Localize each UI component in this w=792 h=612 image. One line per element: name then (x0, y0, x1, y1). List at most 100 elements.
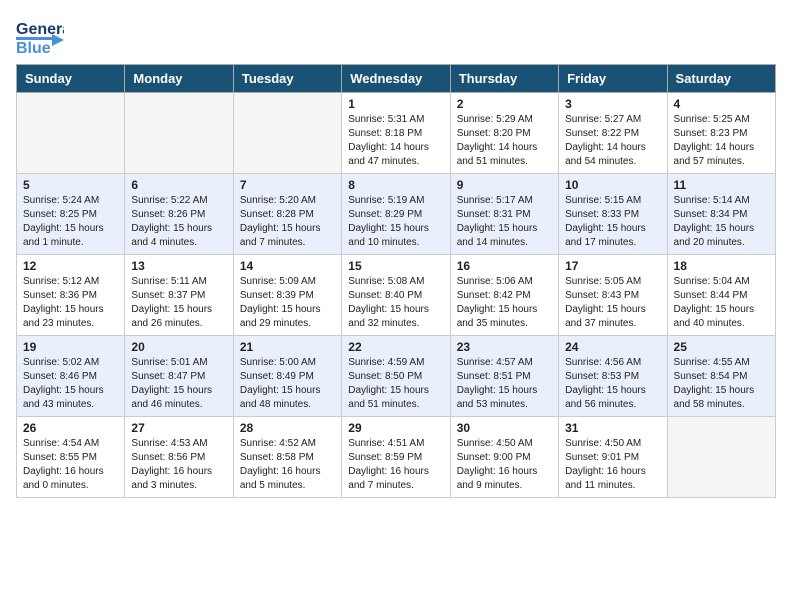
day-info: Sunrise: 5:24 AM Sunset: 8:25 PM Dayligh… (23, 194, 118, 250)
day-number: 23 (457, 340, 552, 354)
calendar-cell: 18Sunrise: 5:04 AM Sunset: 8:44 PM Dayli… (667, 255, 775, 336)
day-number: 20 (131, 340, 226, 354)
day-number: 10 (565, 178, 660, 192)
calendar-cell: 31Sunrise: 4:50 AM Sunset: 9:01 PM Dayli… (559, 417, 667, 498)
day-info: Sunrise: 5:22 AM Sunset: 8:26 PM Dayligh… (131, 194, 226, 250)
day-info: Sunrise: 5:27 AM Sunset: 8:22 PM Dayligh… (565, 113, 660, 169)
day-info: Sunrise: 5:31 AM Sunset: 8:18 PM Dayligh… (348, 113, 443, 169)
day-info: Sunrise: 5:01 AM Sunset: 8:47 PM Dayligh… (131, 356, 226, 412)
day-number: 3 (565, 97, 660, 111)
day-number: 26 (23, 421, 118, 435)
calendar-cell: 27 Sunrise: 4:53 AM Sunset: 8:56 PM Dayli… (125, 417, 233, 498)
day-info: Sunrise: 5:12 AM Sunset: 8:36 PM Dayligh… (23, 275, 118, 331)
page-header: General Blue (16, 16, 776, 54)
header-friday: Friday (559, 65, 667, 93)
day-info: Sunrise: 5:25 AM Sunset: 8:23 PM Dayligh… (674, 113, 769, 169)
calendar-cell: 19 Sunrise: 5:02 AM Sunset: 8:46 PM Dayli… (17, 336, 125, 417)
day-number: 12 (23, 259, 118, 273)
day-info: Sunrise: 4:57 AM Sunset: 8:51 PM Dayligh… (457, 356, 552, 412)
day-info: Sunrise: 5:08 AM Sunset: 8:40 PM Dayligh… (348, 275, 443, 331)
calendar-cell: 13 Sunrise: 5:11 AM Sunset: 8:37 PM Dayli… (125, 255, 233, 336)
calendar-header-row: SundayMondayTuesdayWednesdayThursdayFrid… (17, 65, 776, 93)
day-number: 7 (240, 178, 335, 192)
day-number: 27 (131, 421, 226, 435)
calendar-cell: 4 Sunrise: 5:25 AM Sunset: 8:23 PM Daylig… (667, 93, 775, 174)
day-number: 22 (348, 340, 443, 354)
day-number: 8 (348, 178, 443, 192)
calendar-cell: 22 Sunrise: 4:59 AM Sunset: 8:50 PM Dayli… (342, 336, 450, 417)
day-info: Sunrise: 5:00 AM Sunset: 8:49 PM Dayligh… (240, 356, 335, 412)
header-saturday: Saturday (667, 65, 775, 93)
calendar-cell: 7 Sunrise: 5:20 AM Sunset: 8:28 PM Daylig… (233, 174, 341, 255)
day-number: 28 (240, 421, 335, 435)
calendar-cell: 29Sunrise: 4:51 AM Sunset: 8:59 PM Dayli… (342, 417, 450, 498)
calendar-cell: 6 Sunrise: 5:22 AM Sunset: 8:26 PM Daylig… (125, 174, 233, 255)
calendar-cell: 3 Sunrise: 5:27 AM Sunset: 8:22 PM Daylig… (559, 93, 667, 174)
day-info: Sunrise: 5:02 AM Sunset: 8:46 PM Dayligh… (23, 356, 118, 412)
calendar-week-1: 1 Sunrise: 5:31 AM Sunset: 8:18 PM Daylig… (17, 93, 776, 174)
day-number: 4 (674, 97, 769, 111)
calendar-cell: 17 Sunrise: 5:05 AM Sunset: 8:43 PM Dayli… (559, 255, 667, 336)
calendar-cell: 10 Sunrise: 5:15 AM Sunset: 8:33 PM Dayli… (559, 174, 667, 255)
day-info: Sunrise: 5:17 AM Sunset: 8:31 PM Dayligh… (457, 194, 552, 250)
day-info: Sunrise: 5:04 AM Sunset: 8:44 PM Dayligh… (674, 275, 769, 331)
calendar-cell: 28 Sunrise: 4:52 AM Sunset: 8:58 PM Dayli… (233, 417, 341, 498)
day-number: 6 (131, 178, 226, 192)
day-number: 19 (23, 340, 118, 354)
calendar-week-5: 26Sunrise: 4:54 AM Sunset: 8:55 PM Dayli… (17, 417, 776, 498)
day-info: Sunrise: 4:53 AM Sunset: 8:56 PM Dayligh… (131, 437, 226, 493)
calendar-cell: 9 Sunrise: 5:17 AM Sunset: 8:31 PM Daylig… (450, 174, 558, 255)
day-number: 17 (565, 259, 660, 273)
day-info: Sunrise: 5:09 AM Sunset: 8:39 PM Dayligh… (240, 275, 335, 331)
day-info: Sunrise: 4:55 AM Sunset: 8:54 PM Dayligh… (674, 356, 769, 412)
day-number: 13 (131, 259, 226, 273)
calendar-cell: 8 Sunrise: 5:19 AM Sunset: 8:29 PM Daylig… (342, 174, 450, 255)
day-info: Sunrise: 5:20 AM Sunset: 8:28 PM Dayligh… (240, 194, 335, 250)
header-monday: Monday (125, 65, 233, 93)
calendar-cell: 16Sunrise: 5:06 AM Sunset: 8:42 PM Dayli… (450, 255, 558, 336)
logo: General Blue (16, 16, 64, 54)
day-info: Sunrise: 5:05 AM Sunset: 8:43 PM Dayligh… (565, 275, 660, 331)
calendar-cell: 12 Sunrise: 5:12 AM Sunset: 8:36 PM Dayli… (17, 255, 125, 336)
day-info: Sunrise: 4:52 AM Sunset: 8:58 PM Dayligh… (240, 437, 335, 493)
day-number: 24 (565, 340, 660, 354)
calendar-cell (125, 93, 233, 174)
day-info: Sunrise: 4:59 AM Sunset: 8:50 PM Dayligh… (348, 356, 443, 412)
header-wednesday: Wednesday (342, 65, 450, 93)
day-number: 31 (565, 421, 660, 435)
day-number: 21 (240, 340, 335, 354)
calendar-cell: 15Sunrise: 5:08 AM Sunset: 8:40 PM Dayli… (342, 255, 450, 336)
day-info: Sunrise: 5:15 AM Sunset: 8:33 PM Dayligh… (565, 194, 660, 250)
calendar-cell: 24 Sunrise: 4:56 AM Sunset: 8:53 PM Dayli… (559, 336, 667, 417)
day-number: 5 (23, 178, 118, 192)
day-number: 25 (674, 340, 769, 354)
header-thursday: Thursday (450, 65, 558, 93)
day-number: 16 (457, 259, 552, 273)
calendar-cell (17, 93, 125, 174)
calendar-cell: 1 Sunrise: 5:31 AM Sunset: 8:18 PM Daylig… (342, 93, 450, 174)
day-number: 30 (457, 421, 552, 435)
calendar-cell: 26Sunrise: 4:54 AM Sunset: 8:55 PM Dayli… (17, 417, 125, 498)
calendar-week-2: 5 Sunrise: 5:24 AM Sunset: 8:25 PM Daylig… (17, 174, 776, 255)
day-info: Sunrise: 4:50 AM Sunset: 9:00 PM Dayligh… (457, 437, 552, 493)
day-info: Sunrise: 5:11 AM Sunset: 8:37 PM Dayligh… (131, 275, 226, 331)
calendar-cell: 2Sunrise: 5:29 AM Sunset: 8:20 PM Daylig… (450, 93, 558, 174)
day-info: Sunrise: 5:19 AM Sunset: 8:29 PM Dayligh… (348, 194, 443, 250)
header-tuesday: Tuesday (233, 65, 341, 93)
header-sunday: Sunday (17, 65, 125, 93)
day-number: 29 (348, 421, 443, 435)
calendar-cell: 25 Sunrise: 4:55 AM Sunset: 8:54 PM Dayli… (667, 336, 775, 417)
svg-text:Blue: Blue (16, 40, 51, 54)
logo-icon: General Blue (16, 16, 64, 54)
day-info: Sunrise: 5:14 AM Sunset: 8:34 PM Dayligh… (674, 194, 769, 250)
calendar-cell: 23 Sunrise: 4:57 AM Sunset: 8:51 PM Dayli… (450, 336, 558, 417)
calendar-cell: 20 Sunrise: 5:01 AM Sunset: 8:47 PM Dayli… (125, 336, 233, 417)
calendar-cell: 5 Sunrise: 5:24 AM Sunset: 8:25 PM Daylig… (17, 174, 125, 255)
calendar-cell: 30 Sunrise: 4:50 AM Sunset: 9:00 PM Dayli… (450, 417, 558, 498)
day-info: Sunrise: 4:56 AM Sunset: 8:53 PM Dayligh… (565, 356, 660, 412)
calendar-week-4: 19 Sunrise: 5:02 AM Sunset: 8:46 PM Dayli… (17, 336, 776, 417)
calendar-cell (667, 417, 775, 498)
day-number: 14 (240, 259, 335, 273)
day-number: 9 (457, 178, 552, 192)
day-number: 1 (348, 97, 443, 111)
